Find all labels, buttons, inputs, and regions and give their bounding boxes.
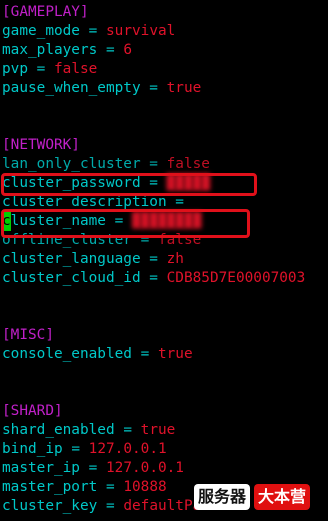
config-value: true bbox=[157, 346, 193, 362]
equals-sign: = bbox=[105, 42, 115, 58]
config-value: 6 bbox=[123, 42, 132, 58]
config-line-cluster-language: cluster_language = zh bbox=[2, 250, 184, 269]
config-value: 10888 bbox=[123, 479, 167, 495]
config-line-lan-only-cluster: lan_only_cluster = false bbox=[2, 155, 210, 174]
config-value: survival bbox=[106, 23, 176, 39]
config-value: true bbox=[140, 422, 176, 438]
equals-sign: = bbox=[105, 498, 115, 514]
misc-section-header: [MISC] bbox=[2, 327, 54, 343]
config-key: lan_only_cluster bbox=[2, 156, 141, 172]
shard-section-header: [SHARD] bbox=[2, 403, 63, 419]
config-value: false bbox=[166, 156, 210, 172]
config-key: cluster_description bbox=[2, 194, 167, 210]
config-key: master_port bbox=[2, 479, 98, 495]
config-key: shard_enabled bbox=[2, 422, 115, 438]
config-line-cluster-cloud-id: cluster_cloud_id = CDB85D7E00007003 bbox=[2, 269, 305, 288]
config-key: max_players bbox=[2, 42, 98, 58]
watermark-text-part1: 服务器 bbox=[194, 484, 251, 510]
watermark-logo: 服务器 大本营 bbox=[194, 483, 311, 511]
config-value: 127.0.0.1 bbox=[106, 460, 184, 476]
equals-sign: = bbox=[149, 270, 158, 286]
config-key: game_mode bbox=[2, 23, 80, 39]
config-line-shard-enabled: shard_enabled = true bbox=[2, 421, 175, 440]
config-key: cluster_language bbox=[2, 251, 141, 267]
equals-sign: = bbox=[88, 460, 98, 476]
equals-sign: = bbox=[149, 80, 158, 96]
watermark-text-part2: 大本营 bbox=[254, 484, 311, 510]
config-line-pause-when-empty: pause_when_empty = true bbox=[2, 79, 201, 98]
network-section-header: [NETWORK] bbox=[2, 137, 80, 153]
equals-sign: = bbox=[149, 251, 158, 267]
password-highlight-box bbox=[1, 173, 257, 196]
config-key: console_enabled bbox=[2, 346, 132, 362]
config-line-master-port: master_port = 10888 bbox=[2, 478, 167, 497]
equals-sign: = bbox=[71, 441, 80, 457]
terminal-editor[interactable]: [GAMEPLAY] game_mode = survival max_play… bbox=[0, 0, 328, 521]
config-key: master_ip bbox=[2, 460, 80, 476]
config-line-pvp: pvp = false bbox=[2, 60, 97, 79]
config-value: CDB85D7E00007003 bbox=[166, 270, 306, 286]
config-line-game-mode: game_mode = survival bbox=[2, 22, 175, 41]
equals-sign: = bbox=[123, 422, 132, 438]
config-line-bind-ip: bind_ip = 127.0.0.1 bbox=[2, 440, 167, 459]
config-value: true bbox=[166, 80, 202, 96]
equals-sign: = bbox=[36, 61, 46, 77]
config-line-master-ip: master_ip = 127.0.0.1 bbox=[2, 459, 184, 478]
equals-sign: = bbox=[88, 23, 98, 39]
gameplay-section-header: [GAMEPLAY] bbox=[2, 4, 89, 20]
config-key: cluster_cloud_id bbox=[2, 270, 141, 286]
equals-sign: = bbox=[149, 156, 158, 172]
config-key: pause_when_empty bbox=[2, 80, 141, 96]
equals-sign: = bbox=[140, 346, 150, 362]
config-value: zh bbox=[166, 251, 184, 267]
config-line-max-players: max_players = 6 bbox=[2, 41, 132, 60]
cluster-name-highlight-box bbox=[1, 209, 250, 238]
config-key: pvp bbox=[2, 61, 28, 77]
equals-sign: = bbox=[175, 194, 184, 210]
config-line-cluster-key: cluster_key = defaultPass bbox=[2, 497, 219, 516]
equals-sign: = bbox=[105, 479, 115, 495]
config-value: 127.0.0.1 bbox=[88, 441, 167, 457]
config-value: false bbox=[54, 61, 98, 77]
config-key: bind_ip bbox=[2, 441, 63, 457]
config-line-console-enabled: console_enabled = true bbox=[2, 345, 193, 364]
config-key: cluster_key bbox=[2, 498, 98, 514]
